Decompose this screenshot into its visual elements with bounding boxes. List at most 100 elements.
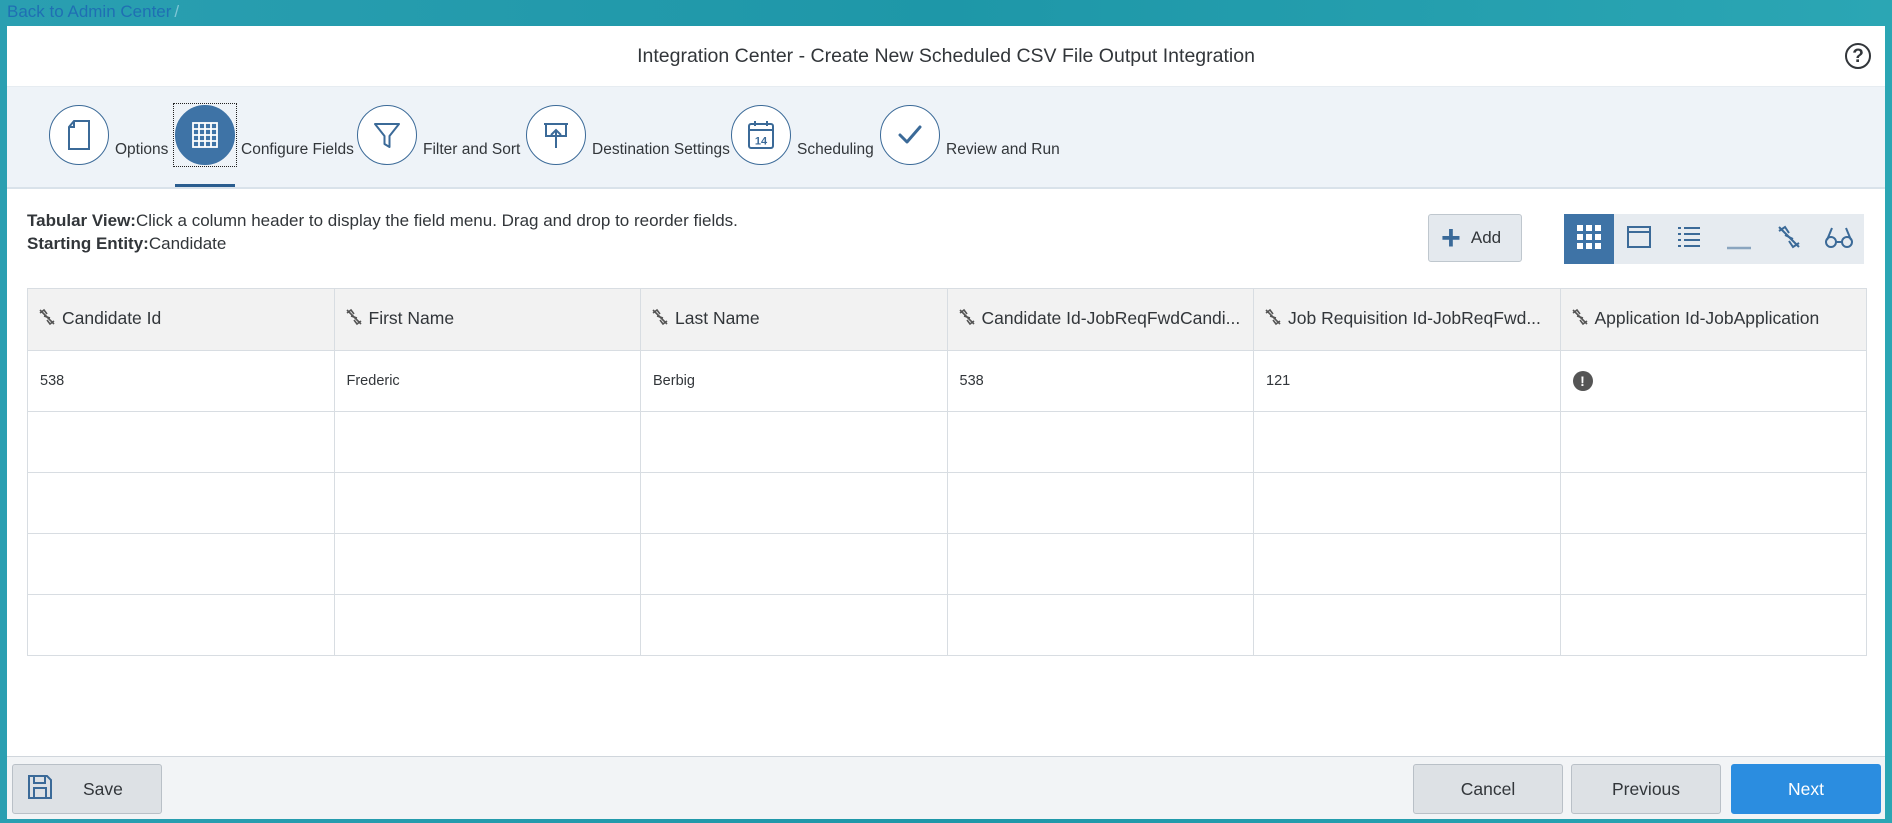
table-cell [27, 411, 335, 473]
plus-icon: + [1441, 219, 1461, 257]
grid-view-button[interactable] [1564, 214, 1614, 264]
table-cell: 538 [946, 350, 1254, 412]
step-label-configure-fields: Configure Fields [241, 141, 354, 158]
link-icon [1264, 308, 1282, 331]
floppy-disk-icon [27, 774, 53, 805]
starting-entity-label: Starting Entity: [27, 234, 149, 253]
step-label-destination-settings: Destination Settings [592, 141, 730, 158]
table-cell [27, 472, 335, 534]
minimize-icon [1725, 224, 1753, 255]
add-button[interactable]: + Add [1428, 214, 1522, 262]
checkmark-icon [880, 105, 940, 165]
column-header-label: Candidate Id [62, 308, 162, 329]
tabular-view-text: Click a column header to display the fie… [135, 211, 738, 230]
table-cell [1559, 533, 1867, 595]
breadcrumb: Back to Admin Center / [7, 2, 179, 22]
upload-icon [526, 105, 586, 165]
column-header-label: Application Id-JobApplication [1594, 308, 1820, 329]
table-cell [640, 594, 948, 656]
back-to-admin-center-link[interactable]: Back to Admin Center [7, 2, 171, 21]
card-view-icon [1626, 225, 1652, 254]
previous-button[interactable]: Previous [1571, 764, 1721, 814]
step-label-options: Options [115, 141, 169, 158]
table-cell [1253, 533, 1561, 595]
main-panel: Integration Center - Create New Schedule… [7, 26, 1885, 819]
add-button-label: Add [1470, 228, 1502, 247]
step-label-review-and-run: Review and Run [946, 141, 1060, 158]
calendar-day-text: 14 [755, 136, 768, 148]
table-cell [333, 594, 641, 656]
table-cell [640, 411, 948, 473]
column-header-label: Last Name [675, 308, 760, 329]
step-label-filter-and-sort: Filter and Sort [423, 141, 521, 158]
table-cell: Berbig [640, 350, 948, 412]
starting-entity-value: Candidate [148, 234, 227, 253]
save-button[interactable]: Save [12, 764, 162, 814]
table-cell [1253, 594, 1561, 656]
preview-button[interactable] [1814, 214, 1864, 264]
table-cell [333, 411, 641, 473]
info-text: Tabular View:Click a column header to di… [27, 209, 738, 255]
wizard-steps: Options Configure Fields Filter and Sort… [7, 87, 1885, 189]
column-header-label: Candidate Id-JobReqFwdCandi... [981, 308, 1241, 329]
top-bar: Back to Admin Center / [0, 0, 1892, 26]
table-cell [27, 594, 335, 656]
minimize-button[interactable] [1714, 214, 1764, 264]
table-cell [946, 472, 1254, 534]
table-cell [946, 594, 1254, 656]
next-button[interactable]: Next [1731, 764, 1881, 814]
card-view-button[interactable] [1614, 214, 1664, 264]
link-icon [651, 308, 669, 331]
header-row: Candidate Id First Name Last Name Candid… [27, 288, 1867, 351]
grid-icon [175, 105, 235, 165]
step-label-scheduling: Scheduling [797, 141, 874, 158]
save-button-label: Save [83, 778, 123, 799]
column-header-candidate-id[interactable]: Candidate Id [27, 288, 335, 351]
table-cell [1559, 594, 1867, 656]
link-icon [1571, 308, 1589, 331]
active-step-underline [175, 184, 235, 187]
title-bar: Integration Center - Create New Schedule… [7, 26, 1885, 87]
table-cell [640, 533, 948, 595]
link-icon [38, 308, 56, 331]
table-cell [1253, 472, 1561, 534]
footer-bar: Save Cancel Previous Next [7, 756, 1885, 819]
table-cell [1559, 472, 1867, 534]
column-header-job-requisition-id[interactable]: Job Requisition Id-JobReqFwd... [1253, 288, 1561, 351]
table-row: 538 Frederic Berbig 538 121 ! [27, 350, 1867, 412]
column-header-label: Job Requisition Id-JobReqFwd... [1288, 308, 1541, 329]
help-icon[interactable]: ? [1845, 43, 1871, 69]
tabular-view-label: Tabular View: [27, 211, 136, 230]
table-row [27, 411, 1867, 473]
table-row [27, 594, 1867, 656]
link-button[interactable] [1764, 214, 1814, 264]
table-cell [1253, 411, 1561, 473]
breadcrumb-separator: / [174, 2, 180, 21]
table-cell: Frederic [333, 350, 641, 412]
link-icon [958, 308, 976, 331]
cancel-button[interactable]: Cancel [1413, 764, 1563, 814]
preview-icon [1824, 224, 1854, 255]
page-title: Integration Center - Create New Schedule… [637, 45, 1255, 67]
column-header-label: First Name [368, 308, 455, 329]
fields-table: Candidate Id First Name Last Name Candid… [27, 288, 1867, 656]
column-header-candidate-id-jobreqfwd[interactable]: Candidate Id-JobReqFwdCandi... [946, 288, 1254, 351]
list-view-icon [1676, 224, 1702, 255]
table-row [27, 472, 1867, 534]
column-header-last-name[interactable]: Last Name [640, 288, 948, 351]
column-header-first-name[interactable]: First Name [333, 288, 641, 351]
column-header-application-id[interactable]: Application Id-JobApplication [1559, 288, 1867, 351]
table-cell [946, 533, 1254, 595]
table-cell: 538 [27, 350, 335, 412]
table-cell [333, 472, 641, 534]
table-cell [27, 533, 335, 595]
table-cell: 121 [1253, 350, 1561, 412]
calendar-icon: 14 [731, 105, 791, 165]
view-toolbar [1564, 214, 1864, 264]
warning-icon[interactable]: ! [1572, 371, 1593, 391]
tabular-view-line: Tabular View:Click a column header to di… [27, 209, 738, 232]
page-icon [49, 105, 109, 165]
list-view-button[interactable] [1664, 214, 1714, 264]
table-row [27, 533, 1867, 595]
grid-view-icon [1576, 224, 1602, 255]
